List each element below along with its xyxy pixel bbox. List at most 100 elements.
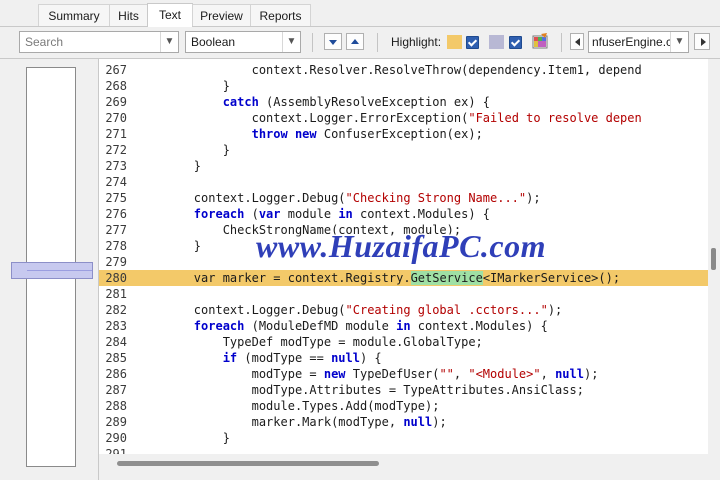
- chevron-down-icon[interactable]: ▼: [282, 32, 300, 52]
- code-line: 284 TypeDef modType = module.GlobalType;: [99, 334, 708, 350]
- code-text: }: [136, 159, 202, 173]
- chevron-down-icon[interactable]: ▼: [670, 32, 688, 52]
- horizontal-scroll-thumb[interactable]: [117, 461, 379, 466]
- search-input[interactable]: Search ▼: [19, 31, 179, 53]
- tab-hits[interactable]: Hits: [109, 4, 148, 26]
- code-line: 287 modType.Attributes = TypeAttributes.…: [99, 382, 708, 398]
- code-text: throw new ConfuserException(ex);: [251, 127, 483, 141]
- palette-icon[interactable]: [532, 33, 548, 49]
- code-line: 289 marker.Mark(modType, null);: [99, 414, 708, 430]
- toolbar: Search ▼ Boolean ▼ Highlight: nfuserEngi…: [0, 27, 720, 59]
- tab-preview[interactable]: Preview: [192, 4, 251, 26]
- code-text: foreach (ModuleDefMD module in context.M…: [193, 319, 548, 333]
- line-number: 289: [105, 415, 127, 429]
- horizontal-scrollbar[interactable]: [99, 454, 720, 480]
- line-number: 276: [105, 207, 127, 221]
- code-line: 286 modType = new TypeDefUser("", "<Modu…: [99, 366, 708, 382]
- code-line: 285 if (modType == null) {: [99, 350, 708, 366]
- tab-reports-label: Reports: [259, 9, 302, 23]
- tab-hits-label: Hits: [118, 9, 139, 23]
- watermark-logo: www.HuzaifaPC.com: [254, 227, 547, 266]
- code-line: 290 }: [99, 430, 708, 446]
- code-text: modType = new TypeDefUser("", "<Module>"…: [136, 367, 599, 381]
- line-number: 285: [105, 351, 127, 365]
- code-line: 271 throw new ConfuserException(ex);: [99, 126, 708, 142]
- file-select-value: nfuserEngine.cs: [592, 35, 671, 49]
- line-number: 287: [105, 383, 127, 397]
- next-hit-button[interactable]: [324, 33, 342, 50]
- svg-text:www.HuzaifaPC.com: www.HuzaifaPC.com: [256, 228, 546, 264]
- search-mode-value: Boolean: [191, 35, 236, 49]
- code-text: }: [136, 143, 230, 157]
- line-number: 271: [105, 127, 127, 141]
- tab-text-label: Text: [158, 8, 181, 22]
- code-text: modType.Attributes = TypeAttributes.Ansi…: [136, 383, 584, 397]
- code-text: var marker = context.Registry.GetService…: [193, 271, 621, 285]
- code-line: 281: [99, 286, 708, 302]
- code-text: catch (AssemblyResolveException ex) {: [222, 95, 491, 109]
- code-line: 273 }: [99, 158, 708, 174]
- line-number: 277: [105, 223, 127, 237]
- line-number: 273: [105, 159, 127, 173]
- code-text: if (modType == null) {: [222, 351, 382, 365]
- line-number: 269: [105, 95, 127, 109]
- code-line: 272 }: [99, 142, 708, 158]
- arrow-up-icon: [351, 39, 359, 44]
- tab-preview-label: Preview: [200, 9, 243, 23]
- highlight-color-swatch[interactable]: [489, 35, 504, 49]
- highlight-checkbox[interactable]: [509, 36, 522, 49]
- code-text: }: [136, 431, 230, 445]
- code-text: }: [136, 239, 202, 253]
- tab-summary[interactable]: Summary: [38, 4, 110, 26]
- code-line: 270 context.Logger.ErrorException("Faile…: [99, 110, 708, 126]
- toolbar-divider: [377, 33, 378, 52]
- code-text: }: [136, 79, 230, 93]
- line-number: 280: [105, 271, 127, 285]
- code-line: 276 foreach (var module in context.Modul…: [99, 206, 708, 222]
- code-line: 291: [99, 446, 708, 454]
- tab-summary-label: Summary: [48, 9, 100, 23]
- highlighted-code-line: 280 var marker = context.Registry.GetSer…: [99, 270, 708, 286]
- vertical-scroll-thumb[interactable]: [711, 248, 716, 270]
- line-number: 283: [105, 319, 127, 333]
- code-text: context.Logger.Debug("Creating global .c…: [136, 303, 563, 317]
- tab-reports[interactable]: Reports: [250, 4, 311, 26]
- vertical-scrollbar[interactable]: [708, 59, 720, 454]
- hit-overview-panel[interactable]: [0, 59, 99, 480]
- arrow-right-icon: [701, 38, 706, 46]
- code-line: 269 catch (AssemblyResolveException ex) …: [99, 94, 708, 110]
- hit-position-marker[interactable]: [11, 262, 93, 279]
- code-line: 282 context.Logger.Debug("Creating globa…: [99, 302, 708, 318]
- search-mode-select[interactable]: Boolean ▼: [185, 31, 301, 53]
- line-number: 282: [105, 303, 127, 317]
- line-number: 291: [105, 447, 127, 454]
- line-number: 281: [105, 287, 127, 301]
- line-number: 288: [105, 399, 127, 413]
- code-line: 275 context.Logger.Debug("Checking Stron…: [99, 190, 708, 206]
- code-text: module.Types.Add(modType);: [136, 399, 440, 413]
- chevron-down-icon[interactable]: ▼: [160, 32, 178, 52]
- toolbar-divider: [312, 33, 313, 52]
- hit-marker-line: [27, 270, 92, 271]
- tab-text[interactable]: Text: [147, 3, 193, 27]
- file-select[interactable]: nfuserEngine.cs ▼: [588, 31, 689, 53]
- highlight-checkbox[interactable]: [466, 36, 479, 49]
- tab-bar: Summary Hits Text Preview Reports: [0, 0, 720, 27]
- toolbar-divider: [561, 33, 562, 52]
- line-number: 267: [105, 63, 127, 77]
- code-line: 268 }: [99, 78, 708, 94]
- line-number: 272: [105, 143, 127, 157]
- line-number: 274: [105, 175, 127, 189]
- search-placeholder: Search: [25, 35, 64, 49]
- highlight-color-swatch[interactable]: [447, 35, 462, 49]
- previous-file-button[interactable]: [570, 33, 584, 50]
- code-text: TypeDef modType = module.GlobalType;: [136, 335, 483, 349]
- code-text: marker.Mark(modType, null);: [136, 415, 447, 429]
- previous-hit-button[interactable]: [346, 33, 364, 50]
- code-line: 288 module.Types.Add(modType);: [99, 398, 708, 414]
- code-text: foreach (var module in context.Modules) …: [193, 207, 491, 221]
- line-number: 279: [105, 255, 127, 269]
- arrow-down-icon: [329, 40, 337, 45]
- next-file-button[interactable]: [694, 33, 710, 50]
- code-text: context.Logger.ErrorException("Failed to…: [136, 111, 642, 125]
